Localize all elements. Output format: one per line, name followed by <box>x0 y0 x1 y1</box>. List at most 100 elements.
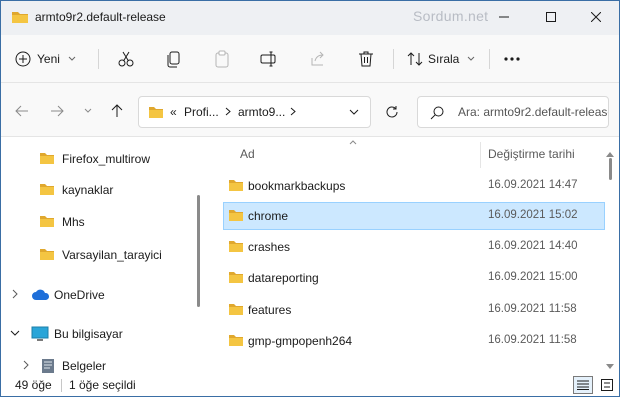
tiles-view-button[interactable] <box>597 376 617 394</box>
breadcrumb-overflow[interactable]: « <box>170 105 177 119</box>
details-view-icon <box>577 380 589 390</box>
nav-item-label: Bu bilgisayar <box>54 327 123 341</box>
search-input[interactable]: Ara: armto9r2.default-release <box>458 105 608 119</box>
folder-icon <box>40 184 54 195</box>
maximize-button[interactable] <box>528 1 574 33</box>
chevron-down-icon <box>468 56 475 61</box>
table-row[interactable]: bookmarkbackups 16.09.2021 14:47 <box>223 172 605 200</box>
recent-dropdown-button[interactable] <box>79 103 97 119</box>
new-button[interactable]: Yeni <box>15 45 76 73</box>
folder-icon <box>40 153 54 164</box>
table-row[interactable]: gmp-gmpopenh264 16.09.2021 11:58 <box>223 327 605 355</box>
row-date: 16.09.2021 14:40 <box>488 240 578 252</box>
chevron-right-icon[interactable] <box>23 360 29 370</box>
chevron-down-icon[interactable] <box>10 330 20 336</box>
forward-button[interactable] <box>48 103 66 119</box>
paste-icon <box>215 50 229 68</box>
status-bar: 49 öğe 1 öğe seçildi <box>1 374 619 396</box>
navigation-scrollbar[interactable] <box>197 195 200 307</box>
nav-item-label: kaynaklar <box>62 183 114 197</box>
breadcrumb-item[interactable]: Profi... <box>184 105 219 119</box>
column-header-name[interactable]: Ad <box>240 147 255 161</box>
row-name: chrome <box>248 209 289 223</box>
folder-icon <box>229 335 243 346</box>
up-button[interactable] <box>108 103 126 119</box>
copy-button[interactable] <box>164 49 184 69</box>
address-row: « Profi... armto9... Ara: armto9r2.defau… <box>1 83 619 137</box>
scroll-down-icon[interactable] <box>606 364 614 369</box>
details-view-button[interactable] <box>573 376 593 394</box>
share-icon <box>311 51 324 66</box>
folder-icon <box>40 249 54 260</box>
chevron-right-icon <box>290 107 296 116</box>
command-bar: Yeni Sırala <box>1 35 619 83</box>
divider <box>393 49 394 69</box>
arrow-up-icon <box>111 104 123 117</box>
scroll-up-icon[interactable] <box>606 152 614 157</box>
title-bar[interactable]: armto9r2.default-release Sordum.net <box>1 1 619 35</box>
close-button[interactable] <box>573 1 619 33</box>
folder-icon <box>229 210 243 221</box>
delete-icon <box>359 51 373 67</box>
nav-item-folder[interactable]: Firefox_multirow <box>1 145 196 173</box>
maximize-icon <box>546 12 556 22</box>
row-name: bookmarkbackups <box>248 179 346 193</box>
chevron-right-icon[interactable] <box>12 289 18 299</box>
watermark: Sordum.net <box>413 8 489 24</box>
folder-icon <box>149 107 163 118</box>
sort-indicator-icon <box>349 140 357 145</box>
search-box[interactable]: Ara: armto9r2.default-release <box>417 96 609 128</box>
back-button[interactable] <box>13 103 31 119</box>
column-divider[interactable] <box>480 142 481 168</box>
file-list-scrollbar[interactable] <box>609 158 612 180</box>
rename-button[interactable] <box>259 49 279 69</box>
chevron-down-icon <box>84 108 92 113</box>
paste-button[interactable] <box>212 49 232 69</box>
tiles-view-icon <box>601 379 613 391</box>
table-row[interactable]: datareporting 16.09.2021 15:00 <box>223 264 605 292</box>
row-date: 16.09.2021 11:58 <box>488 334 577 346</box>
row-date: 16.09.2021 14:47 <box>488 179 578 191</box>
copy-icon <box>167 51 180 68</box>
folder-icon <box>229 180 243 191</box>
nav-item-documents[interactable]: Belgeler <box>1 352 196 374</box>
nav-item-folder[interactable]: kaynaklar <box>1 176 196 204</box>
nav-item-folder[interactable]: Varsayilan_tarayici <box>1 241 196 269</box>
search-icon <box>430 106 444 120</box>
explorer-window: armto9r2.default-release Sordum.net Yeni <box>0 0 620 397</box>
nav-item-folder[interactable]: Mhs <box>1 208 196 236</box>
column-header-date[interactable]: Değiştirme tarihi <box>488 147 575 161</box>
minimize-button[interactable] <box>481 1 527 33</box>
folder-icon <box>229 241 243 252</box>
nav-item-label: OneDrive <box>54 288 105 302</box>
share-button[interactable] <box>308 49 328 69</box>
address-bar[interactable]: « Profi... armto9... <box>138 96 371 128</box>
add-circle-icon <box>15 51 31 67</box>
new-label: Yeni <box>37 52 60 66</box>
table-row[interactable]: chrome 16.09.2021 15:02 <box>223 202 605 230</box>
nav-item-label: Belgeler <box>62 359 107 373</box>
nav-item-this-pc[interactable]: Bu bilgisayar <box>1 320 196 348</box>
nav-item-label: Varsayilan_tarayici <box>62 248 162 262</box>
cut-button[interactable] <box>116 49 136 69</box>
row-name: features <box>248 303 292 317</box>
table-row[interactable]: features 16.09.2021 11:58 <box>223 296 605 324</box>
divider <box>61 379 62 392</box>
nav-item-onedrive[interactable]: OneDrive <box>1 281 196 309</box>
sort-button[interactable]: Sırala <box>407 45 475 73</box>
breadcrumb-item[interactable]: armto9... <box>238 105 285 119</box>
navigation-pane: Firefox_multirow kaynaklar Mhs Varsayila… <box>1 138 206 374</box>
refresh-icon <box>386 106 398 118</box>
nav-item-label: Mhs <box>62 215 85 229</box>
refresh-button[interactable] <box>378 96 406 128</box>
row-name: gmp-gmpopenh264 <box>248 334 353 348</box>
more-button[interactable] <box>502 49 522 69</box>
folder-icon <box>40 216 54 227</box>
selection-count: 1 öğe seçildi <box>69 378 136 392</box>
chevron-down-icon[interactable] <box>349 109 359 116</box>
computer-icon <box>31 326 49 341</box>
table-row[interactable]: crashes 16.09.2021 14:40 <box>223 233 605 261</box>
delete-button[interactable] <box>356 49 376 69</box>
file-list: Ad Değiştirme tarihi bookmarkbackups 16.… <box>209 138 619 374</box>
arrow-right-icon <box>51 105 64 117</box>
